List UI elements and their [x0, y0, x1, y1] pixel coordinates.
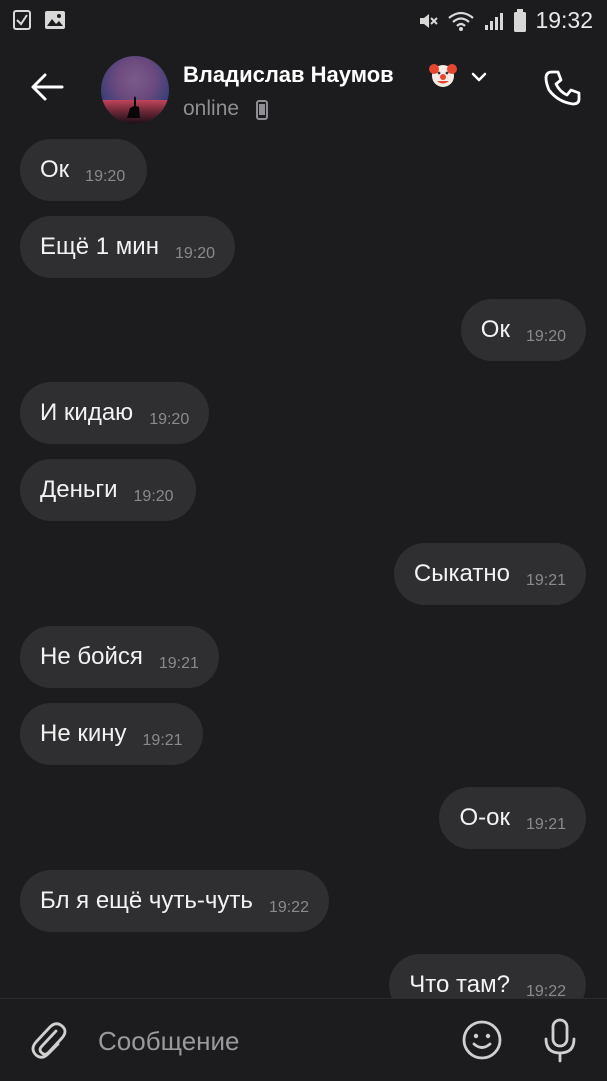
message-time: 19:20: [149, 411, 190, 428]
message-incoming[interactable]: И кидаю 19:20: [20, 382, 210, 444]
message-time: 19:20: [133, 488, 174, 505]
message-text: Ещё 1 мин: [40, 233, 159, 260]
clown-face-icon: [429, 64, 457, 87]
message-time: 19:20: [85, 168, 126, 185]
message-time: 19:22: [268, 899, 309, 916]
avatar-silhouette: [127, 96, 140, 118]
message-input[interactable]: [96, 1021, 440, 1061]
mute-icon: [420, 13, 439, 28]
message-text: И кидаю: [40, 399, 134, 426]
emoji-smile-icon[interactable]: [461, 1019, 503, 1061]
message-text: Деньги: [40, 476, 118, 503]
message-text: Не бойся: [40, 643, 143, 670]
message-incoming[interactable]: Не кину 19:21: [20, 703, 203, 765]
message-time: 19:21: [142, 732, 183, 749]
clock: 19:32: [535, 7, 593, 33]
message-text: Не кину: [40, 720, 127, 747]
message-time: 19:21: [525, 816, 566, 833]
message-text: Сыкатно: [413, 560, 510, 587]
contact-name[interactable]: Владислав Наумов: [183, 62, 394, 88]
phone-device-icon: [256, 100, 268, 120]
message-time: 19:21: [525, 572, 566, 589]
message-time: 19:20: [525, 328, 566, 345]
message-incoming[interactable]: Бл я ещё чуть-чуть 19:22: [20, 870, 329, 932]
message-text: Ок: [480, 316, 510, 343]
message-outgoing[interactable]: Что там? 19:22: [389, 954, 586, 998]
message-composer: [0, 998, 607, 1081]
message-text: Что там?: [409, 971, 510, 998]
message-text: Бл я ещё чуть-чуть: [40, 887, 253, 914]
chat-header: Владислав Наумов online: [0, 42, 607, 137]
microphone-icon[interactable]: [541, 1017, 579, 1063]
status-bar: 19:32: [0, 0, 607, 42]
message-outgoing[interactable]: Ок 19:20: [460, 299, 586, 361]
gallery-notification-icon: [45, 11, 65, 29]
message-time: 19:20: [174, 245, 215, 262]
phone-call-icon[interactable]: [540, 66, 584, 110]
system-icons: 19:32: [417, 7, 593, 34]
message-outgoing[interactable]: Сыкатно 19:21: [393, 543, 586, 605]
message-incoming[interactable]: Ещё 1 мин 19:20: [20, 216, 235, 278]
checkbox-notification-icon: [13, 10, 31, 30]
battery-icon: [514, 8, 527, 32]
message-text: О-ок: [459, 804, 510, 831]
contact-status: online: [183, 97, 240, 120]
avatar[interactable]: [101, 56, 169, 124]
signal-icon: [485, 12, 504, 30]
chevron-down-icon[interactable]: [468, 66, 490, 88]
message-incoming[interactable]: Не бойся 19:21: [20, 626, 219, 688]
notification-icons: [12, 9, 66, 31]
message-time: 19:22: [525, 983, 566, 998]
message-time: 19:21: [158, 655, 199, 672]
message-text: Ок: [40, 156, 70, 183]
wifi-icon: [448, 11, 475, 31]
message-outgoing[interactable]: О-ок 19:21: [439, 787, 586, 849]
paperclip-icon[interactable]: [28, 1019, 68, 1061]
back-arrow-icon[interactable]: [28, 68, 66, 106]
message-incoming[interactable]: Деньги 19:20: [20, 459, 196, 521]
message-incoming[interactable]: Ок 19:20: [20, 139, 148, 201]
message-list[interactable]: Ок 19:20 Ещё 1 мин 19:20 Ок 19:20 И кида…: [0, 137, 607, 998]
